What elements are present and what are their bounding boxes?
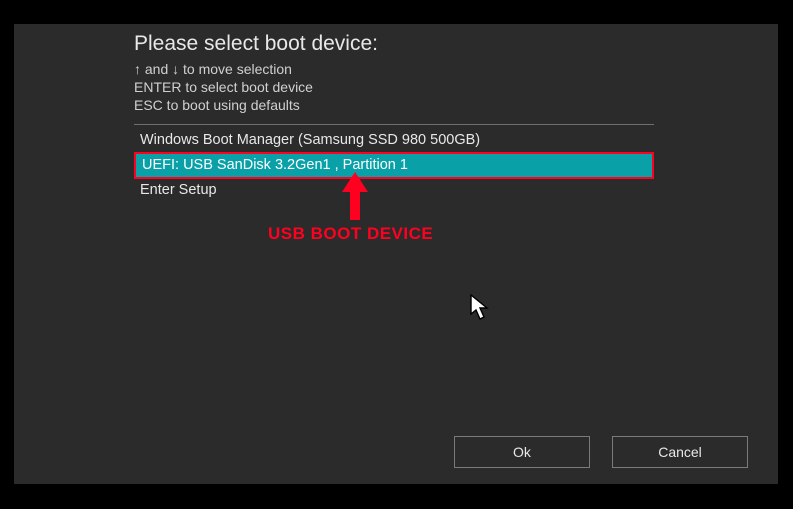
instruction-esc: ESC to boot using defaults — [134, 96, 758, 114]
boot-device-usb[interactable]: UEFI: USB SanDisk 3.2Gen1 , Partition 1 — [136, 154, 652, 177]
instructions: ↑ and ↓ to move selection ENTER to selec… — [134, 60, 758, 114]
annotation-highlight-box: UEFI: USB SanDisk 3.2Gen1 , Partition 1 — [134, 152, 654, 179]
instruction-move: ↑ and ↓ to move selection — [134, 60, 758, 78]
boot-menu-panel: Please select boot device: ↑ and ↓ to mo… — [14, 24, 778, 484]
ok-button[interactable]: Ok — [454, 436, 590, 468]
button-row: Ok Cancel — [454, 436, 748, 468]
boot-device-list: Windows Boot Manager (Samsung SSD 980 50… — [134, 129, 654, 202]
cancel-button[interactable]: Cancel — [612, 436, 748, 468]
boot-device-enter-setup[interactable]: Enter Setup — [134, 179, 654, 202]
instruction-enter: ENTER to select boot device — [134, 78, 758, 96]
divider — [134, 124, 654, 125]
menu-title: Please select boot device: — [134, 32, 758, 56]
boot-device-windows[interactable]: Windows Boot Manager (Samsung SSD 980 50… — [134, 129, 654, 152]
